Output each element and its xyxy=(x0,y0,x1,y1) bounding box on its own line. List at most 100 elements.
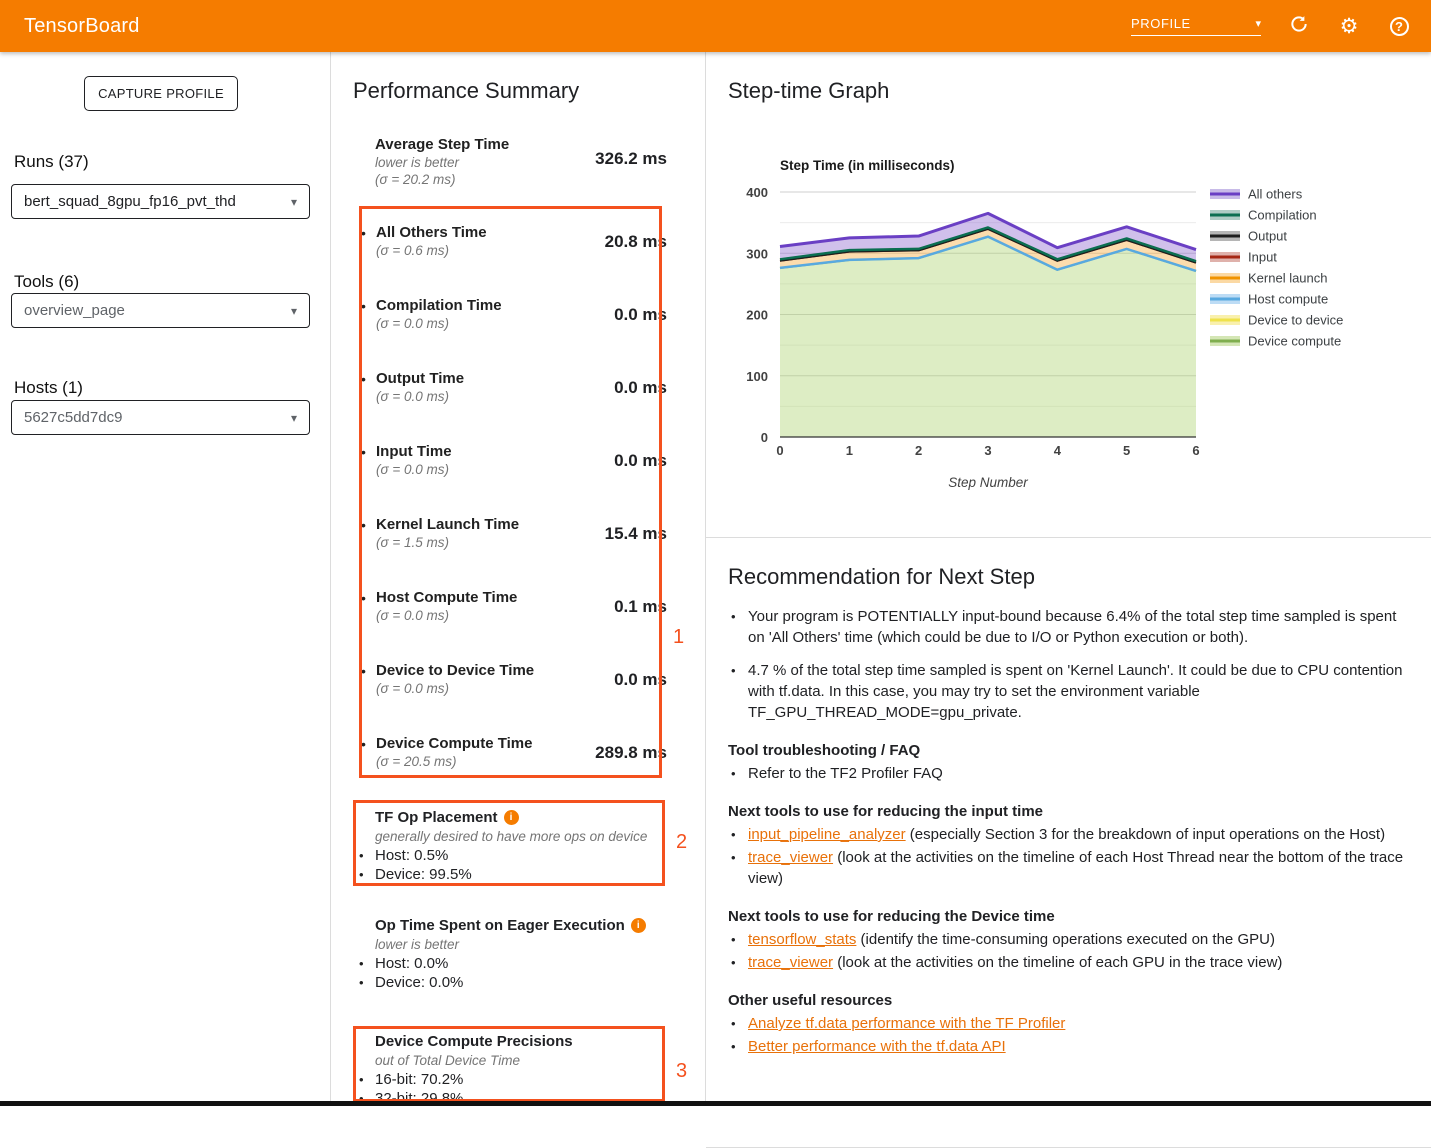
svg-text:2: 2 xyxy=(915,443,922,458)
svg-text:Kernel launch: Kernel launch xyxy=(1248,271,1328,286)
svg-text:3: 3 xyxy=(984,443,991,458)
svg-text:Device to device: Device to device xyxy=(1248,313,1343,328)
help-button[interactable]: ? xyxy=(1387,14,1411,38)
metric-row: •Host Compute Time(σ = 0.0 ms)0.1 ms xyxy=(361,589,667,635)
bullet-icon: • xyxy=(361,444,366,460)
trace-viewer-link[interactable]: trace_viewer xyxy=(748,954,833,971)
recommendation-item: Your program is POTENTIALLY input-bound … xyxy=(728,606,1405,648)
svg-text:100: 100 xyxy=(746,369,768,384)
bullet-icon: • xyxy=(361,298,366,314)
dashboard-selector[interactable]: PROFILE ▾ xyxy=(1131,16,1261,36)
resources-heading: Other useful resources xyxy=(728,990,1405,1011)
recommendation-title: Recommendation for Next Step xyxy=(728,564,1405,590)
metric-value: 20.8 ms xyxy=(605,232,667,252)
metric-value: 15.4 ms xyxy=(605,524,667,544)
chevron-down-icon: ▾ xyxy=(291,304,297,318)
annotation-label-3: 3 xyxy=(676,1060,687,1083)
block-item: Host: 0.0% xyxy=(359,954,669,973)
app-header: TensorBoard PROFILE ▾ ⚙ ? xyxy=(0,0,1431,52)
tool-item: trace_viewer (look at the activities on … xyxy=(728,952,1405,973)
eager-execution-block: Op Time Spent on Eager Execution i lower… xyxy=(359,916,669,992)
metric-value: 0.1 ms xyxy=(614,597,667,617)
hosts-select-value: 5627c5dd7dc9 xyxy=(24,409,291,426)
step-time-chart: 01002003004000123456Step Time (in millis… xyxy=(706,130,1431,530)
metric-row: •Device to Device Time(σ = 0.0 ms)0.0 ms xyxy=(361,662,667,708)
block-title: TF Op Placement xyxy=(375,808,498,827)
annotation-label-2: 2 xyxy=(676,831,687,854)
svg-text:Step Number: Step Number xyxy=(948,475,1028,490)
tfdata-api-link[interactable]: Better performance with the tf.data API xyxy=(748,1038,1006,1055)
dashboard-selector-value: PROFILE xyxy=(1131,16,1191,31)
metric-row: •Output Time(σ = 0.0 ms)0.0 ms xyxy=(361,370,667,416)
device-tools-heading: Next tools to use for reducing the Devic… xyxy=(728,906,1405,927)
svg-text:300: 300 xyxy=(746,246,768,261)
metric-sigma: (σ = 1.5 ms) xyxy=(376,534,519,551)
faq-heading: Tool troubleshooting / FAQ xyxy=(728,740,1405,761)
reload-button[interactable] xyxy=(1287,14,1311,38)
chevron-down-icon: ▾ xyxy=(291,411,297,425)
gear-icon: ⚙ xyxy=(1340,16,1359,37)
info-icon[interactable]: i xyxy=(631,918,646,933)
trace-viewer-link[interactable]: trace_viewer xyxy=(748,849,833,866)
metric-row: •Compilation Time(σ = 0.0 ms)0.0 ms xyxy=(361,297,667,343)
info-icon[interactable]: i xyxy=(504,810,519,825)
reload-icon xyxy=(1289,14,1309,39)
right-panel: Step-time Graph 01002003004000123456Step… xyxy=(706,52,1431,1106)
svg-text:Device compute: Device compute xyxy=(1248,334,1341,349)
runs-select[interactable]: bert_squad_8gpu_fp16_pvt_thd ▾ xyxy=(11,184,310,219)
compute-precisions-block: Device Compute Precisions out of Total D… xyxy=(359,1032,669,1108)
resource-item: Better performance with the tf.data API xyxy=(728,1036,1405,1057)
metric-row: •Device Compute Time(σ = 20.5 ms)289.8 m… xyxy=(361,735,667,781)
average-step-time-row: Average Step Time lower is better (σ = 2… xyxy=(375,136,667,188)
tools-label: Tools (6) xyxy=(14,272,79,292)
annotation-label-1: 1 xyxy=(673,626,684,649)
metric-name: Output Time xyxy=(376,370,464,388)
metric-sigma: (σ = 20.2 ms) xyxy=(375,171,667,188)
tool-item-text: (identify the time-consuming operations … xyxy=(856,931,1275,948)
hosts-label: Hosts (1) xyxy=(14,378,83,398)
metric-name: Device Compute Time xyxy=(376,735,532,753)
runs-select-value: bert_squad_8gpu_fp16_pvt_thd xyxy=(24,193,291,210)
settings-button[interactable]: ⚙ xyxy=(1337,14,1361,38)
performance-summary-card: Performance Summary Average Step Time lo… xyxy=(331,52,706,1106)
tfdata-profiler-link[interactable]: Analyze tf.data performance with the TF … xyxy=(748,1015,1065,1032)
tensorflow-stats-link[interactable]: tensorflow_stats xyxy=(748,931,856,948)
recommendation-card: Recommendation for Next Step Your progra… xyxy=(706,538,1431,1148)
block-title: Op Time Spent on Eager Execution xyxy=(375,916,625,935)
metric-sigma: (σ = 0.0 ms) xyxy=(376,461,452,478)
metric-name: Kernel Launch Time xyxy=(376,516,519,534)
metric-sigma: (σ = 0.0 ms) xyxy=(376,388,464,405)
block-item: Device: 0.0% xyxy=(359,973,669,992)
chevron-down-icon: ▾ xyxy=(291,195,297,209)
block-item: Host: 0.5% xyxy=(359,846,669,865)
block-subtitle: lower is better xyxy=(375,935,669,954)
metric-name: Device to Device Time xyxy=(376,662,534,680)
header-actions: PROFILE ▾ ⚙ ? xyxy=(1131,14,1411,38)
svg-text:0: 0 xyxy=(761,430,768,445)
svg-text:All others: All others xyxy=(1248,187,1303,202)
capture-profile-button[interactable]: CAPTURE PROFILE xyxy=(84,76,238,111)
step-time-graph-title: Step-time Graph xyxy=(728,78,889,104)
block-subtitle: out of Total Device Time xyxy=(375,1051,669,1070)
bullet-icon: • xyxy=(361,225,366,241)
bullet-icon: • xyxy=(361,371,366,387)
svg-text:Output: Output xyxy=(1248,229,1287,244)
svg-text:200: 200 xyxy=(746,308,768,323)
metric-name: Input Time xyxy=(376,443,452,461)
input-pipeline-analyzer-link[interactable]: input_pipeline_analyzer xyxy=(748,826,906,843)
svg-text:1: 1 xyxy=(846,443,853,458)
svg-text:6: 6 xyxy=(1192,443,1199,458)
hosts-select[interactable]: 5627c5dd7dc9 ▾ xyxy=(11,400,310,435)
bullet-icon: • xyxy=(361,736,366,752)
svg-text:Step Time (in milliseconds): Step Time (in milliseconds) xyxy=(780,158,955,173)
metric-value: 0.0 ms xyxy=(614,670,667,690)
block-item: Device: 99.5% xyxy=(359,865,669,884)
tool-item: tensorflow_stats (identify the time-cons… xyxy=(728,929,1405,950)
svg-text:Compilation: Compilation xyxy=(1248,208,1317,223)
faq-item: Refer to the TF2 Profiler FAQ xyxy=(728,763,1405,784)
metric-sigma: (σ = 0.0 ms) xyxy=(376,680,534,697)
tools-select[interactable]: overview_page ▾ xyxy=(11,293,310,328)
metric-value: 326.2 ms xyxy=(595,149,667,169)
metric-sigma: (σ = 20.5 ms) xyxy=(376,753,532,770)
metric-name: Compilation Time xyxy=(376,297,502,315)
